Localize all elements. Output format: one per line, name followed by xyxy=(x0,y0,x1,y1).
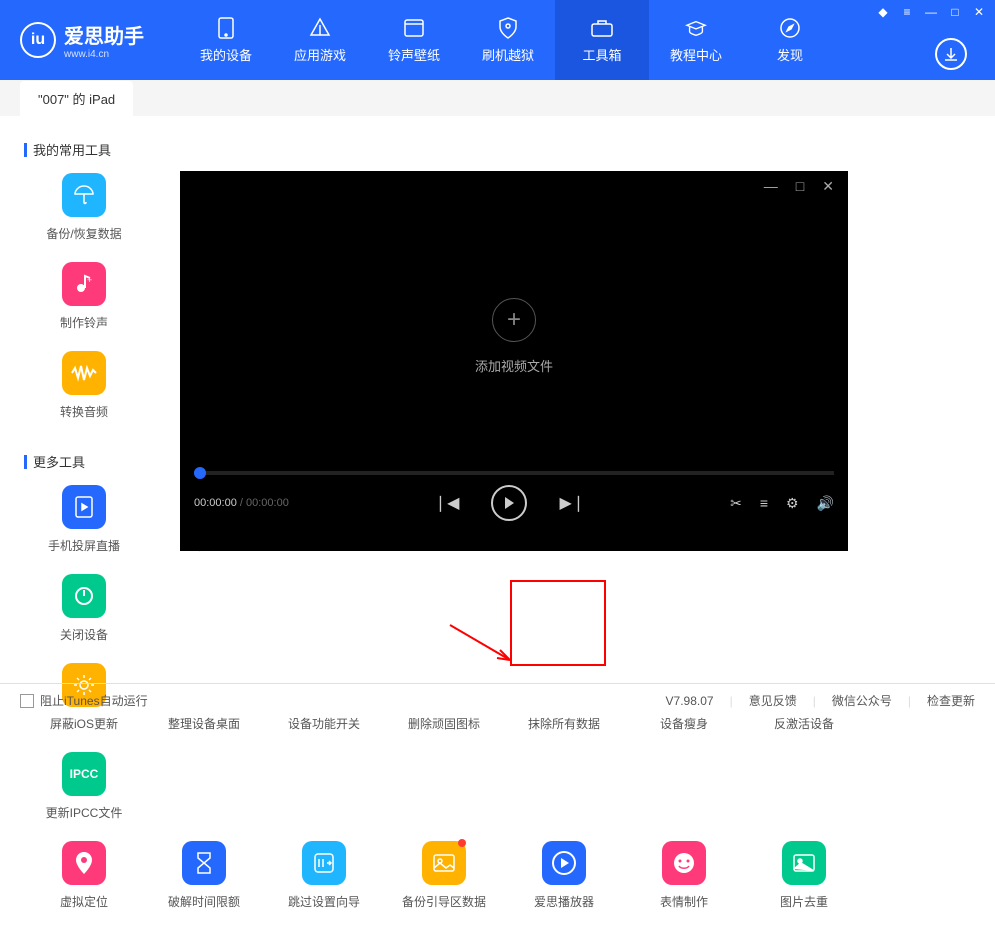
tool-screen-mirror[interactable]: 手机投屏直播 xyxy=(24,485,144,554)
tool-time-limit[interactable]: 破解时间限额 xyxy=(144,841,264,910)
tool-dedupe-images[interactable]: 图片去重 xyxy=(744,841,864,910)
next-track-icon[interactable]: ▶❘ xyxy=(559,493,585,513)
tool-skip-setup[interactable]: 跳过设置向导 xyxy=(264,841,384,910)
phone-icon xyxy=(215,17,237,39)
add-video-button[interactable]: + xyxy=(492,298,536,342)
window-controls: ◆ ≡ — □ ✕ xyxy=(875,4,987,20)
settings-icon[interactable]: ⚙ xyxy=(786,495,799,512)
download-icon xyxy=(943,46,959,62)
svg-text:+: + xyxy=(87,275,92,285)
feedback-link[interactable]: 意见反馈 xyxy=(749,692,797,709)
logo-title: 爱思助手 xyxy=(64,20,144,49)
device-tabs: "007" 的 iPad xyxy=(0,80,995,116)
nav-jailbreak[interactable]: 刷机越狱 xyxy=(461,0,555,80)
menu-icon[interactable]: ≡ xyxy=(899,4,915,20)
tool-shutdown[interactable]: 关闭设备 xyxy=(24,574,144,643)
tool-backup-boot[interactable]: 备份引导区数据 xyxy=(384,841,504,910)
tool-virtual-location[interactable]: 虚拟定位 xyxy=(24,841,144,910)
prev-track-icon[interactable]: ❘◀ xyxy=(434,493,460,513)
compass-icon xyxy=(779,17,801,39)
tool-aisi-player[interactable]: 爱思播放器 xyxy=(504,841,624,910)
status-bar: 阻止iTunes自动运行 V7.98.07 | 意见反馈 | 微信公众号 | 检… xyxy=(0,683,995,717)
nav-apps[interactable]: 应用游戏 xyxy=(273,0,367,80)
download-button[interactable] xyxy=(935,38,967,70)
player-icon xyxy=(542,841,586,885)
badge-dot-icon xyxy=(458,839,466,847)
block-itunes-label: 阻止iTunes自动运行 xyxy=(40,692,148,709)
block-itunes-checkbox[interactable] xyxy=(20,694,34,708)
image-icon xyxy=(782,841,826,885)
maximize-icon[interactable]: □ xyxy=(947,4,963,20)
wallpaper-icon xyxy=(403,17,425,39)
main-nav: 我的设备 应用游戏 铃声壁纸 刷机越狱 工具箱 教程中心 发现 xyxy=(179,0,837,80)
tool-convert-audio[interactable]: 转换音频 xyxy=(24,351,144,420)
close-icon[interactable]: ✕ xyxy=(971,4,987,20)
logo-icon: iu xyxy=(20,22,56,58)
play-button[interactable] xyxy=(491,485,527,521)
toolbox-icon xyxy=(591,17,613,39)
add-video-label: 添加视频文件 xyxy=(475,356,553,375)
pin-icon[interactable]: ◆ xyxy=(875,4,891,20)
nav-discover[interactable]: 发现 xyxy=(743,0,837,80)
photo-icon xyxy=(422,841,466,885)
waveform-icon xyxy=(62,351,106,395)
logo: iu 爱思助手 www.i4.cn xyxy=(20,20,144,60)
pin-location-icon xyxy=(62,841,106,885)
graduation-icon xyxy=(685,17,707,39)
skip-icon xyxy=(302,841,346,885)
device-tab[interactable]: "007" 的 iPad xyxy=(20,81,133,116)
minimize-icon[interactable]: — xyxy=(923,4,939,20)
player-controls: 00:00:00 / 00:00:00 ❘◀ ▶❘ ✂ ≡ ⚙ 🔊 xyxy=(180,475,848,531)
video-player-window: — □ ✕ + 添加视频文件 00:00:00 / 00:00:00 ❘◀ ▶❘… xyxy=(180,171,848,551)
check-update-link[interactable]: 检查更新 xyxy=(927,692,975,709)
music-note-icon: + xyxy=(62,262,106,306)
apps-icon xyxy=(309,17,331,39)
player-close-icon[interactable]: ✕ xyxy=(822,178,834,195)
hourglass-icon xyxy=(182,841,226,885)
nav-tutorials[interactable]: 教程中心 xyxy=(649,0,743,80)
volume-icon[interactable]: 🔊 xyxy=(817,495,834,512)
ipcc-icon: IPCC xyxy=(62,752,106,796)
nav-toolbox[interactable]: 工具箱 xyxy=(555,0,649,80)
player-maximize-icon[interactable]: □ xyxy=(796,178,804,194)
tool-make-ringtone[interactable]: + 制作铃声 xyxy=(24,262,144,331)
play-file-icon xyxy=(62,485,106,529)
umbrella-icon xyxy=(62,173,106,217)
power-icon xyxy=(62,574,106,618)
player-drop-area[interactable]: + 添加视频文件 xyxy=(180,201,848,471)
section-common-tools: 我的常用工具 xyxy=(24,140,971,159)
scissors-icon[interactable]: ✂ xyxy=(730,495,742,512)
player-progress[interactable] xyxy=(194,471,834,475)
nav-my-device[interactable]: 我的设备 xyxy=(179,0,273,80)
shield-icon xyxy=(497,17,519,39)
player-titlebar: — □ ✕ xyxy=(180,171,848,201)
logo-url: www.i4.cn xyxy=(64,49,144,60)
tool-update-ipcc[interactable]: IPCC 更新IPCC文件 xyxy=(24,752,144,821)
smile-icon xyxy=(662,841,706,885)
progress-handle-icon[interactable] xyxy=(194,467,206,479)
player-time: 00:00:00 / 00:00:00 xyxy=(194,497,289,509)
tool-backup-restore[interactable]: 备份/恢复数据 xyxy=(24,173,144,242)
app-header: iu 爱思助手 www.i4.cn 我的设备 应用游戏 铃声壁纸 刷机越狱 工具… xyxy=(0,0,995,80)
nav-ringtones[interactable]: 铃声壁纸 xyxy=(367,0,461,80)
playlist-icon[interactable]: ≡ xyxy=(760,495,768,512)
wechat-link[interactable]: 微信公众号 xyxy=(832,692,892,709)
player-minimize-icon[interactable]: — xyxy=(764,178,778,194)
tool-emoji-maker[interactable]: 表情制作 xyxy=(624,841,744,910)
version-label: V7.98.07 xyxy=(666,694,714,708)
